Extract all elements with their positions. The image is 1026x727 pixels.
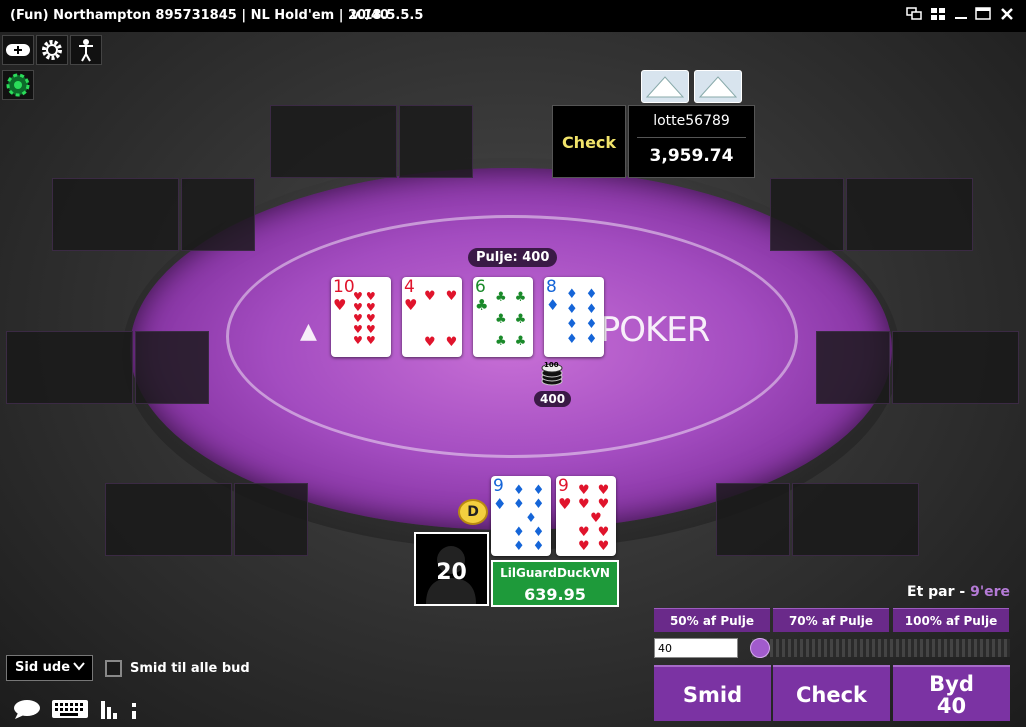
seat-empty[interactable] <box>52 178 179 251</box>
pot-label: Pulje: 400 <box>468 248 558 267</box>
opponent-panel[interactable]: lotte56789 3,959.74 <box>628 105 755 178</box>
bet-button-label: Byd <box>929 672 974 696</box>
bet-button-amount: 40 <box>936 694 967 718</box>
gear-icon[interactable] <box>36 35 68 65</box>
chip-denomination: 100 <box>544 361 559 369</box>
hero-panel[interactable]: LilGuardDuckVN 639.95 <box>491 560 619 607</box>
chip-stack-icon: 100 <box>541 360 563 386</box>
bet-slider-handle[interactable] <box>750 638 770 658</box>
divider <box>637 137 746 138</box>
opponent-stack: 3,959.74 <box>649 146 734 166</box>
more-icon[interactable] <box>128 697 140 721</box>
seat-empty[interactable] <box>135 331 209 404</box>
seat-empty[interactable] <box>399 105 473 178</box>
grid-layout-icon[interactable] <box>927 5 949 27</box>
opponent-card-back <box>694 70 742 103</box>
seat-empty[interactable] <box>270 105 397 178</box>
hand-rank: Et par - 9'ere <box>907 584 1010 600</box>
chevron-down-icon <box>72 659 86 677</box>
opponent-name: lotte56789 <box>653 113 730 129</box>
seat-empty[interactable] <box>846 178 973 251</box>
hero-name: LilGuardDuckVN <box>500 566 610 580</box>
preset-50-button[interactable]: 50% af Pulje <box>654 608 770 632</box>
maximize-icon[interactable] <box>972 5 994 27</box>
preset-70-button[interactable]: 70% af Pulje <box>773 608 889 632</box>
add-table-icon[interactable] <box>2 35 34 65</box>
stats-icon[interactable] <box>99 697 123 721</box>
bet-slider-track[interactable] <box>752 639 1010 657</box>
opponent-action: Check <box>552 105 626 178</box>
sit-out-select[interactable]: Sid ude <box>6 655 93 681</box>
seat-empty[interactable] <box>770 178 844 251</box>
chat-icon[interactable] <box>12 697 42 721</box>
dealer-button: D <box>458 499 488 525</box>
close-icon[interactable] <box>996 5 1018 27</box>
title-bar: (Fun) Northampton 895731845 | NL Hold'em… <box>0 0 1026 32</box>
bet-button[interactable]: Byd 40 <box>893 665 1010 721</box>
hero-card-1: 9 ♦ ♦♦ ♦♦ ♦ ♦♦ ♦♦ <box>491 476 553 556</box>
window-title: (Fun) Northampton 895731845 | NL Hold'em… <box>10 8 389 23</box>
board-card-1: 10 ♥ ♥♥ ♥♥ ♥♥ ♥♥ ♥♥ <box>331 277 391 357</box>
action-timer: 20 <box>436 560 467 585</box>
hero-card-2: 9 ♥ ♥♥ ♥♥ ♥ ♥♥ ♥♥ <box>556 476 618 556</box>
seat-empty[interactable] <box>816 331 890 404</box>
bet-amount-input[interactable] <box>654 638 738 658</box>
board-card-4: 8 ♦ ♦♦ ♦♦ ♦♦ ♦♦ <box>544 277 604 357</box>
seat-empty[interactable] <box>6 331 133 404</box>
keyboard-icon[interactable] <box>51 697 89 721</box>
seat-empty[interactable] <box>181 178 255 251</box>
minimize-icon[interactable] <box>950 5 972 27</box>
opponent-card-back <box>641 70 689 103</box>
fold-to-any-label: Smid til alle bud <box>130 661 250 676</box>
board-card-2: 4 ♥ ♥♥ ♥♥ <box>402 277 462 357</box>
avatar[interactable]: 20 <box>414 532 489 606</box>
fold-to-any-checkbox[interactable] <box>105 660 122 677</box>
check-button[interactable]: Check <box>773 665 890 721</box>
seat-empty[interactable] <box>892 331 1019 404</box>
hero-stack: 639.95 <box>524 585 586 604</box>
preset-100-button[interactable]: 100% af Pulje <box>893 608 1009 632</box>
version-label: v.18.5.5.5 <box>351 8 424 23</box>
chip-icon[interactable] <box>2 70 34 100</box>
tile-windows-icon[interactable] <box>903 5 925 27</box>
seat-empty[interactable] <box>792 483 919 556</box>
fold-button[interactable]: Smid <box>654 665 771 721</box>
board-card-3: 6 ♣ ♣♣ ♣♣ ♣♣ <box>473 277 533 357</box>
seat-empty[interactable] <box>716 483 790 556</box>
seat-empty[interactable] <box>105 483 232 556</box>
bet-chip-amount: 400 <box>534 391 572 407</box>
seat-empty[interactable] <box>234 483 308 556</box>
player-icon[interactable] <box>70 35 102 65</box>
